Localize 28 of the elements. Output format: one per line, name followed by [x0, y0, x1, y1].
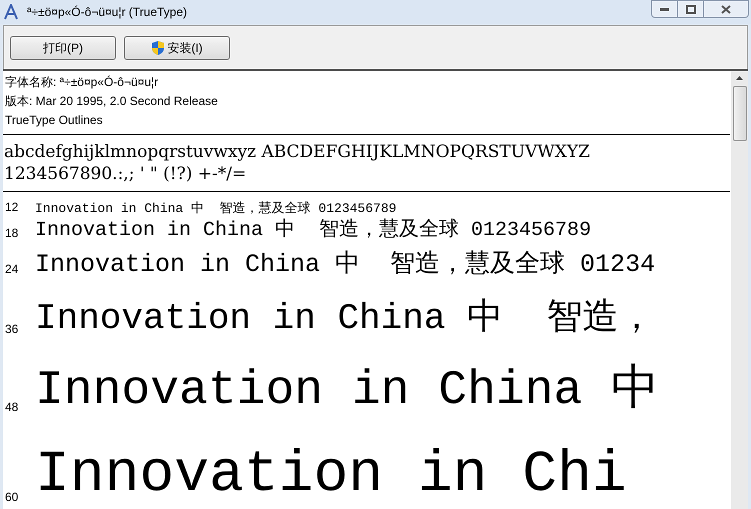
size-label: 36	[4, 321, 20, 337]
size-label: 12	[4, 199, 20, 215]
sample-text: Innovation in China 中 智造，慧及全球 0123456789	[35, 202, 396, 215]
size-label: 60	[4, 489, 20, 505]
character-set-line: abcdefghijklmnopqrstuvwxyz ABCDEFGHIJKLMNOPQRSTUVWXYZ	[4, 141, 591, 163]
shield-icon	[151, 40, 166, 56]
sample-text: Innovation in China 中 智造，慧及全球 0123456789	[35, 221, 592, 241]
scroll-up-icon	[736, 76, 743, 80]
size-label: 18	[4, 225, 20, 241]
window-title: ª÷±ö¤p«Ó-ô¬ü¤u¦r (TrueType)	[27, 4, 188, 21]
maximize-button[interactable]	[678, 0, 704, 18]
close-icon	[721, 4, 731, 14]
install-button[interactable]: 安装(I)	[124, 36, 230, 60]
scrollbar-thumb[interactable]	[732, 86, 746, 141]
minimize-button[interactable]	[651, 0, 678, 18]
minimize-icon	[660, 8, 669, 10]
size-label: 48	[4, 399, 20, 415]
font-info-line: TrueType Outlines	[5, 112, 104, 129]
maximize-icon	[686, 4, 696, 14]
close-button[interactable]	[704, 0, 749, 18]
font-info-line: 字体名称: ª÷±ö¤p«Ó-ô¬ü¤u¦r	[5, 74, 160, 91]
font-info-line: 版本: Mar 20 1995, 2.0 Second Release	[5, 93, 219, 110]
size-label: 24	[4, 261, 20, 277]
print-button[interactable]: 打印(P)	[10, 36, 116, 60]
font-app-icon	[3, 4, 19, 20]
sample-text: Innovation in China 中 智造，慧及全球 01234	[35, 252, 656, 277]
character-set-line: 1234567890.:,; ' " (!?) +-*/=	[4, 163, 248, 185]
sample-text: Innovation in Chi	[35, 447, 627, 505]
